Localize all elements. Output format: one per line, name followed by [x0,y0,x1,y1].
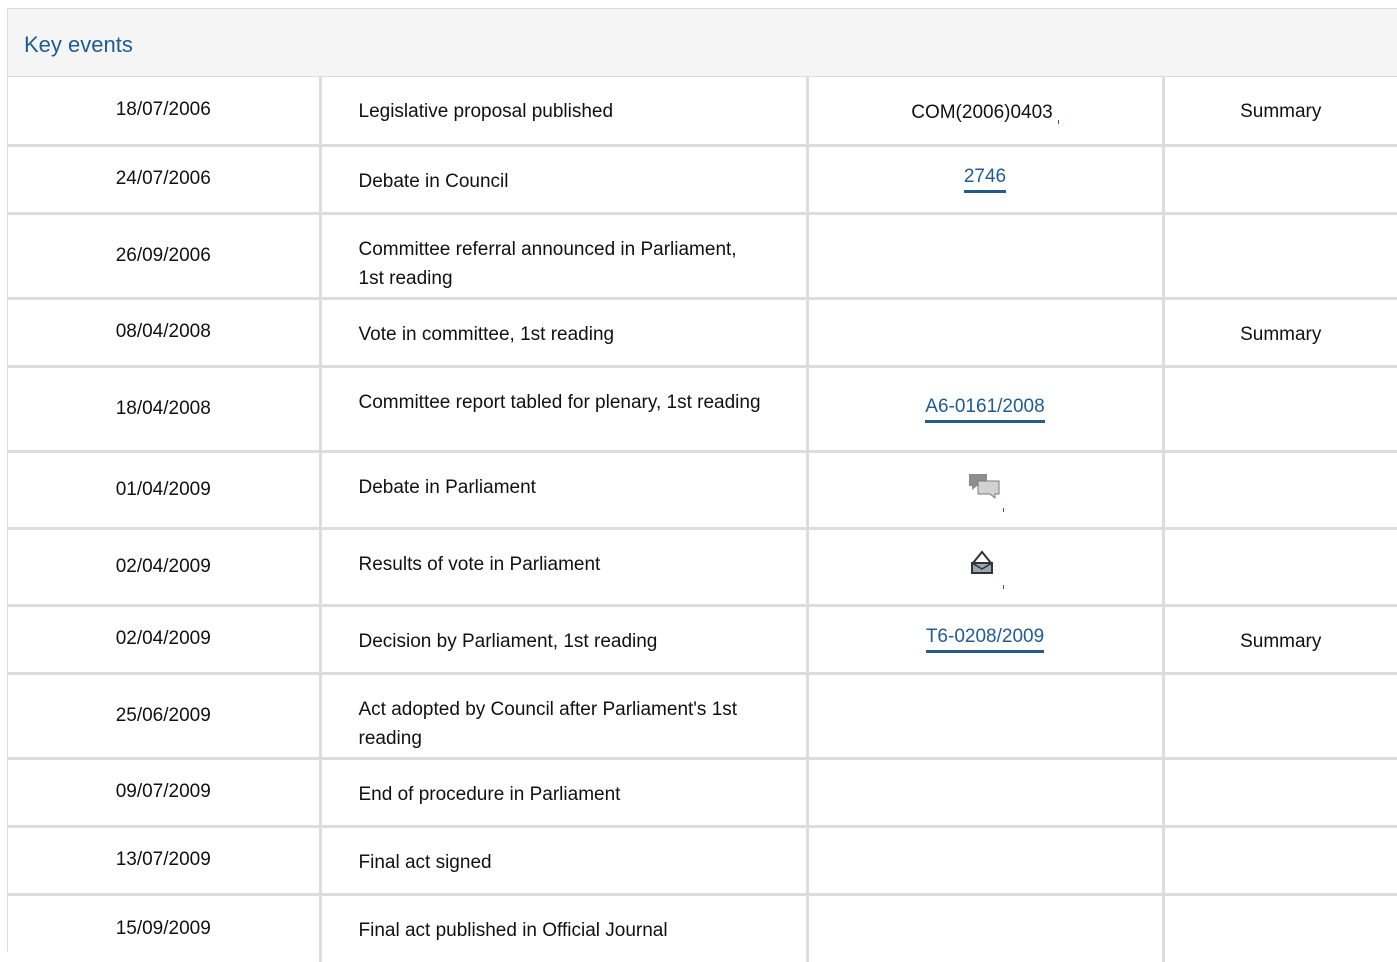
event-row: 09/07/2009 End of procedure in Parliament [8,758,1397,828]
event-description: Vote in committee, 1st reading [320,298,809,368]
event-document-cell: 2746 [807,145,1165,215]
event-row: 18/04/2008 Committee report tabled for pl… [8,366,1397,453]
event-summary [1163,366,1397,453]
event-date: 26/09/2006 [8,213,322,300]
event-summary [1163,528,1397,607]
key-events-table: 18/07/2006 Legislative proposal published… [8,77,1397,962]
event-document-cell [807,451,1165,530]
speech-bubbles-icon [969,473,1000,499]
event-summary[interactable]: Summary [1163,77,1397,147]
event-row: 25/06/2009 Act adopted by Council after P… [8,673,1397,760]
event-summary [1163,451,1397,530]
event-date: 25/06/2009 [8,673,322,760]
event-date: 02/04/2009 [8,528,322,607]
event-date: 01/04/2009 [8,451,322,530]
event-date: 18/04/2008 [8,366,322,453]
event-document-cell: A6-0161/2008 [807,366,1165,453]
event-summary [1163,673,1397,760]
event-description: Committee referral announced in Parliame… [320,213,809,300]
panel-title: Key events [24,31,133,57]
event-summary [1163,145,1397,215]
event-summary[interactable]: Summary [1163,298,1397,368]
event-document-cell [807,673,1165,760]
event-document-cell: T6-0208/2009 [807,605,1165,675]
vote-results-link[interactable] [968,549,1004,589]
event-summary [1163,213,1397,300]
event-row: 01/04/2009 Debate in Parliament [8,451,1397,530]
document-link[interactable]: T6-0208/2009 [925,625,1045,653]
event-row: 02/04/2009 Decision by Parliament, 1st re… [8,605,1397,675]
event-description: Debate in Parliament [320,451,809,530]
event-document-cell [807,298,1165,368]
event-row: 18/07/2006 Legislative proposal published… [8,77,1397,147]
event-date: 02/04/2009 [8,605,322,675]
event-description: Final act signed [320,826,809,896]
event-document-cell [807,758,1165,828]
event-row: 08/04/2008 Vote in committee, 1st reading… [8,298,1397,368]
event-row: 24/07/2006 Debate in Council 2746 [8,145,1397,215]
event-date: 13/07/2009 [8,826,322,896]
debate-link[interactable] [968,472,1004,512]
event-date: 09/07/2009 [8,758,322,828]
event-row: 26/09/2006 Committee referral announced i… [8,213,1397,300]
document-reference: COM(2006)0403 [911,102,1053,124]
event-description: Decision by Parliament, 1st reading [320,605,809,675]
document-link[interactable]: A6-0161/2008 [925,395,1045,423]
event-date: 18/07/2006 [8,77,322,147]
key-events-panel: Key events 18/07/2006 Legislative proposa… [7,8,1397,962]
event-description: Legislative proposal published [320,77,809,147]
event-description: End of procedure in Parliament [320,758,809,828]
event-document-cell [807,826,1165,896]
event-date: 24/07/2006 [8,145,322,215]
event-summary [1163,826,1397,896]
event-summary [1163,758,1397,828]
external-link-marker [1003,584,1004,589]
event-date: 08/04/2008 [8,298,322,368]
external-link-marker [1057,120,1059,125]
event-row: 13/07/2009 Final act signed [8,826,1397,896]
event-description: Act adopted by Council after Parliament'… [320,673,809,760]
event-summary[interactable]: Summary [1163,605,1397,675]
ballot-box-icon [971,549,993,574]
event-row: 02/04/2009 Results of vote in Parliament [8,528,1397,607]
event-description: Debate in Council [320,145,809,215]
document-link[interactable]: 2746 [963,165,1007,193]
external-link-marker [1003,507,1004,512]
event-description: Committee report tabled for plenary, 1st… [320,366,809,453]
event-document-cell: COM(2006)0403 [807,77,1165,147]
event-document-cell [807,213,1165,300]
event-description: Results of vote in Parliament [320,528,809,607]
panel-header: Key events [8,9,1397,77]
event-document-cell [807,528,1165,607]
key-events-table-body: 18/07/2006 Legislative proposal published… [8,77,1397,962]
